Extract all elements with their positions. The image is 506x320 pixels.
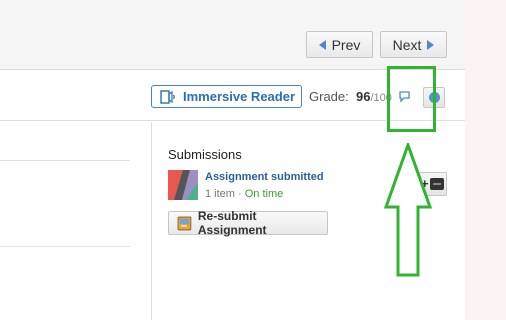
resubmit-label: Re-submit Assignment xyxy=(197,209,267,237)
submission-status-link[interactable]: Assignment submitted xyxy=(205,171,324,183)
top-toolbar: Prev Next xyxy=(0,0,465,70)
annotation-highlight-box xyxy=(387,66,436,132)
submission-item-count: 1 item xyxy=(205,188,235,200)
immersive-reader-label: Immersive Reader xyxy=(183,89,296,104)
prev-button[interactable]: Prev xyxy=(306,31,373,58)
grade-score: 96 xyxy=(356,89,371,104)
left-divider-1 xyxy=(0,160,130,161)
sidebar-divider xyxy=(151,122,152,320)
meta-separator: · xyxy=(234,188,245,200)
immersive-reader-icon xyxy=(160,89,175,104)
next-label: Next xyxy=(392,36,422,53)
submissions-title: Submissions xyxy=(168,147,242,162)
next-button[interactable]: Next xyxy=(380,31,447,58)
submission-on-time: On time xyxy=(244,188,284,200)
triangle-right-icon xyxy=(427,39,435,50)
left-divider-2 xyxy=(0,246,130,247)
immersive-reader-button[interactable]: Immersive Reader xyxy=(151,85,302,108)
prev-label: Prev xyxy=(331,36,361,53)
right-edge-strip xyxy=(465,0,506,320)
annotation-up-arrow-icon xyxy=(383,143,433,277)
resubmit-icon xyxy=(177,216,192,230)
resubmit-assignment-button[interactable]: Re-submit Assignment xyxy=(168,209,328,237)
grade-label: Grade: xyxy=(309,89,349,104)
triangle-left-icon xyxy=(318,39,326,50)
submission-meta: 1 item · On time xyxy=(205,188,283,200)
submission-thumbnail-icon xyxy=(168,170,198,200)
